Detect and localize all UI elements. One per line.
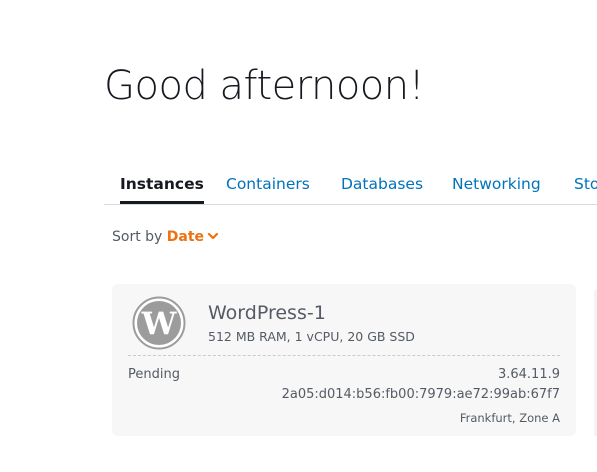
tab-databases[interactable]: Databases: [341, 168, 423, 203]
tab-instances[interactable]: Instances: [120, 168, 204, 204]
instance-card[interactable]: W WordPress-1 512 MB RAM, 1 vCPU, 20 GB …: [112, 284, 576, 436]
sort-label: Sort by: [112, 229, 163, 245]
instance-status: Pending: [128, 367, 180, 382]
wordpress-logo-icon: W: [132, 296, 186, 350]
instance-spec: 512 MB RAM, 1 vCPU, 20 GB SSD: [208, 329, 415, 344]
resource-tabs: Instances Containers Databases Networkin…: [104, 168, 597, 205]
chevron-down-icon: [207, 232, 219, 240]
tab-storage[interactable]: Sto: [574, 168, 597, 203]
page-title: Good afternoon!: [104, 63, 425, 109]
tab-containers[interactable]: Containers: [226, 168, 310, 203]
sort-control: Sort by Date: [112, 227, 219, 247]
lightsail-home: Good afternoon! Instances Containers Dat…: [0, 0, 597, 472]
svg-text:W: W: [141, 306, 178, 342]
tab-networking[interactable]: Networking: [452, 168, 541, 203]
card-divider: [128, 355, 560, 356]
sort-dropdown[interactable]: Date: [167, 229, 219, 245]
sort-value: Date: [166, 229, 205, 245]
instance-name-link[interactable]: WordPress-1: [208, 300, 326, 326]
instance-ipv4: 3.64.11.9: [497, 367, 560, 382]
instance-ipv6: 2a05:d014:b56:fb00:7979:ae72:99ab:67f7: [281, 387, 560, 402]
instance-region: Frankfurt, Zone A: [459, 411, 560, 425]
